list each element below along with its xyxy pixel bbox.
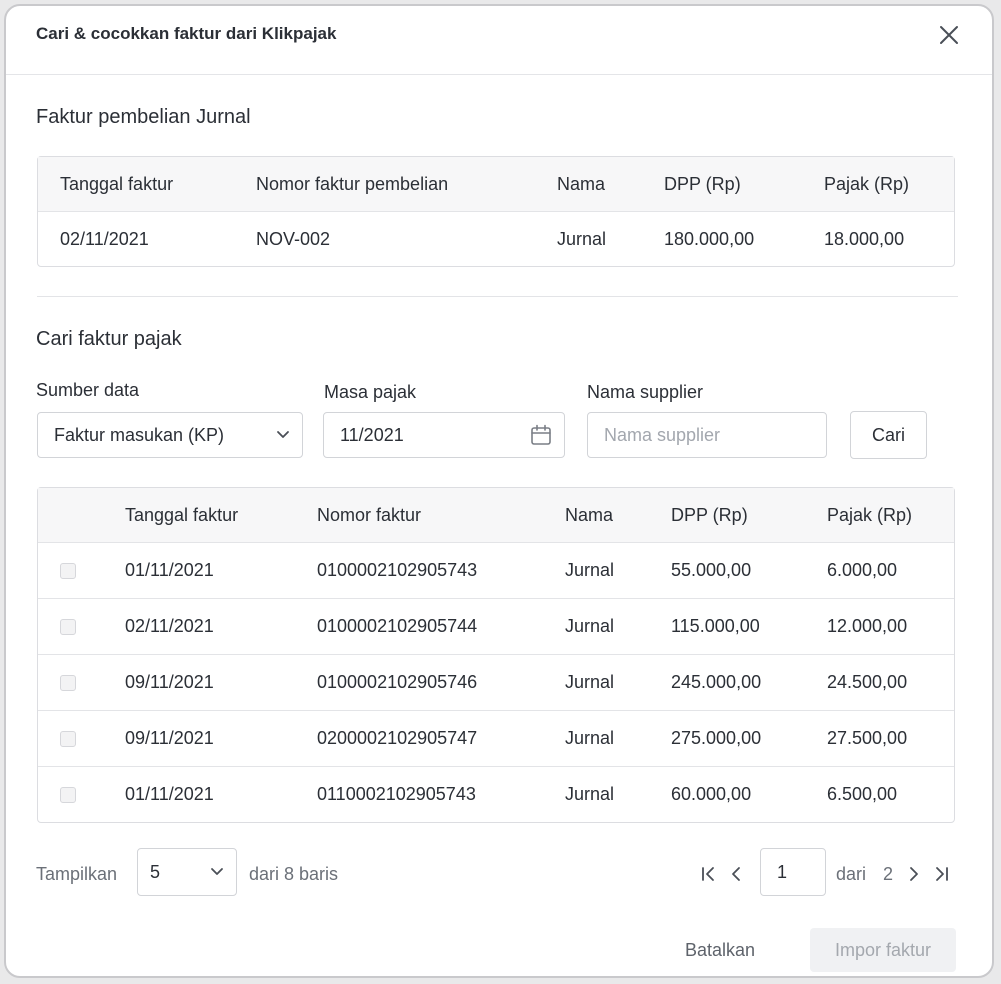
invoice-tax: 27.500,00: [827, 728, 908, 748]
invoice-tax: 6.000,00: [827, 560, 898, 580]
supplier-input[interactable]: Nama supplier: [587, 412, 827, 458]
first-page-button[interactable]: [698, 862, 718, 886]
table-row: 09/11/2021 0200002102905747 Jurnal 275.0…: [38, 710, 954, 766]
table-row: 09/11/2021 0100002102905746 Jurnal 245.0…: [38, 654, 954, 710]
purchase-invoice-table: Tanggal faktur Nomor faktur pembelian Na…: [37, 156, 955, 267]
table-row: 01/11/2021 0100002102905743 Jurnal 55.00…: [38, 542, 954, 598]
close-icon: [940, 26, 958, 44]
invoice-dpp: 245.000,00: [671, 672, 762, 692]
invoice-name: Jurnal: [565, 616, 615, 636]
close-button[interactable]: [936, 22, 962, 48]
import-invoice-button[interactable]: Impor faktur: [810, 928, 956, 972]
row-checkbox[interactable]: [60, 674, 76, 691]
row-checkbox[interactable]: [60, 562, 76, 579]
invoice-date: 02/11/2021: [60, 228, 149, 249]
row-checkbox[interactable]: [60, 618, 76, 635]
page-number-value: 1: [777, 861, 788, 882]
invoice-date: 02/11/2021: [125, 616, 214, 636]
column-header: Pajak (Rp): [827, 504, 913, 525]
previous-page-button[interactable]: [726, 862, 746, 886]
invoice-date: 01/11/2021: [125, 560, 214, 580]
table-header-row: Tanggal faktur Nomor faktur pembelian Na…: [38, 157, 954, 211]
invoice-dpp: 60.000,00: [671, 784, 752, 804]
invoice-number: 0110002102905743: [317, 784, 476, 804]
invoice-number: 0100002102905746: [317, 672, 478, 692]
invoice-tax: 24.500,00: [827, 672, 908, 692]
chevron-right-icon: [910, 867, 918, 881]
dialog-title: Cari & cocokkan faktur dari Klikpajak: [36, 24, 337, 43]
rows-count-text: dari 8 baris: [249, 864, 339, 884]
column-header: Nama: [557, 173, 606, 194]
column-header: DPP (Rp): [664, 173, 741, 194]
period-label: Masa pajak: [324, 382, 417, 402]
dialog-header: Cari & cocokkan faktur dari Klikpajak: [6, 6, 992, 75]
invoice-dpp: 115.000,00: [671, 616, 760, 636]
invoice-name: Jurnal: [565, 672, 615, 692]
source-select[interactable]: Faktur masukan (KP): [37, 412, 303, 458]
supplier-placeholder: Nama supplier: [604, 424, 721, 445]
invoice-name: Jurnal: [565, 728, 615, 748]
search-button[interactable]: Cari: [850, 411, 927, 459]
match-invoice-dialog: Cari & cocokkan faktur dari Klikpajak Fa…: [4, 4, 994, 978]
column-header: Nomor faktur pembelian: [256, 173, 449, 194]
chevron-down-icon: [276, 413, 290, 457]
source-value: Faktur masukan (KP): [54, 424, 225, 445]
page-size-value: 5: [150, 861, 161, 882]
period-value: 11/2021: [340, 424, 404, 445]
invoice-date: 09/11/2021: [125, 728, 214, 748]
section-divider: [37, 296, 958, 297]
table-row: 02/11/2021 0100002102905744 Jurnal 115.0…: [38, 598, 954, 654]
page-size-select[interactable]: 5: [137, 848, 237, 896]
table-row: 01/11/2021 0110002102905743 Jurnal 60.00…: [38, 766, 954, 822]
last-page-button[interactable]: [932, 862, 952, 886]
row-checkbox[interactable]: [60, 786, 76, 803]
invoice-number: 0100002102905743: [317, 560, 478, 580]
cancel-button[interactable]: Batalkan: [685, 940, 755, 961]
invoice-name: Jurnal: [565, 784, 615, 804]
chevron-left-icon: [732, 867, 740, 881]
invoice-dpp: 275.000,00: [671, 728, 762, 748]
invoice-date: 09/11/2021: [125, 672, 214, 692]
first-page-icon: [702, 867, 714, 881]
column-header: Tanggal faktur: [60, 173, 174, 194]
next-page-button[interactable]: [904, 862, 924, 886]
column-header: Pajak (Rp): [824, 173, 910, 194]
supplier-label: Nama supplier: [587, 382, 704, 402]
invoice-dpp: 55.000,00: [671, 560, 752, 580]
purchase-section-title: Faktur pembelian Jurnal: [36, 106, 251, 128]
table-row: 02/11/2021 NOV-002 Jurnal 180.000,00 18.…: [38, 211, 954, 266]
column-header: Nama: [565, 504, 614, 525]
show-label: Tampilkan: [36, 864, 118, 884]
invoice-number: NOV-002: [256, 228, 331, 249]
table-header-row: Tanggal faktur Nomor faktur Nama DPP (Rp…: [38, 488, 954, 542]
search-section-title: Cari faktur pajak: [36, 328, 182, 350]
invoice-name: Jurnal: [557, 228, 607, 249]
invoice-date: 01/11/2021: [125, 784, 214, 804]
total-pages: 2: [883, 864, 894, 884]
invoice-name: Jurnal: [565, 560, 615, 580]
invoice-tax: 12.000,00: [827, 616, 908, 636]
page-number-input[interactable]: 1: [760, 848, 826, 896]
tax-invoice-table: Tanggal faktur Nomor faktur Nama DPP (Rp…: [37, 487, 955, 823]
calendar-icon: [530, 413, 552, 457]
invoice-tax: 18.000,00: [824, 228, 905, 249]
last-page-icon: [936, 867, 948, 881]
period-date-picker[interactable]: 11/2021: [323, 412, 565, 458]
page-of-label: dari: [836, 864, 867, 884]
row-checkbox[interactable]: [60, 730, 76, 747]
column-header: Nomor faktur: [317, 504, 422, 525]
column-header: Tanggal faktur: [125, 504, 239, 525]
source-label: Sumber data: [36, 380, 140, 400]
column-header: DPP (Rp): [671, 504, 748, 525]
invoice-tax: 6.500,00: [827, 784, 898, 804]
invoice-number: 0100002102905744: [317, 616, 478, 636]
invoice-number: 0200002102905747: [317, 728, 478, 748]
chevron-down-icon: [210, 849, 224, 895]
invoice-dpp: 180.000,00: [664, 228, 755, 249]
